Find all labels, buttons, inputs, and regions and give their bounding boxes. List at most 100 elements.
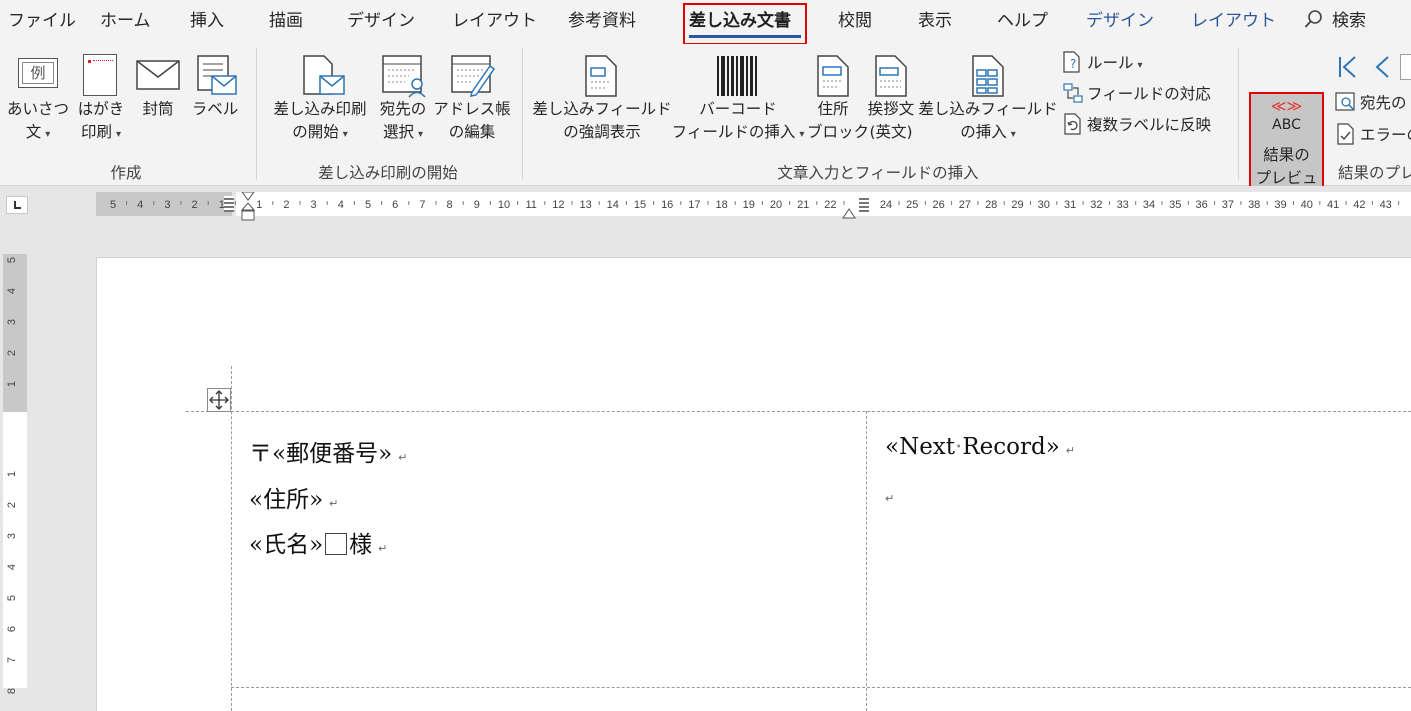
address-block-icon bbox=[815, 54, 851, 98]
tab-layout[interactable]: レイアウト bbox=[452, 0, 537, 44]
labels-button[interactable]: ラベル bbox=[186, 50, 244, 154]
chevron-down-icon: ▾ bbox=[417, 129, 424, 140]
ruler-tick-mark bbox=[180, 201, 182, 205]
tab-home[interactable]: ホーム bbox=[100, 0, 151, 44]
find-recipient-button[interactable]: 宛先の bbox=[1335, 90, 1407, 116]
chevron-down-icon: ▾ bbox=[799, 129, 805, 140]
tab-references[interactable]: 参考資料 bbox=[568, 0, 636, 44]
ruler-ticks: 5 4 3 2 1 1 2 3 4 5 6 7 8 9 10 11 12 13 14 15 16 17 18 19 20 21 22… bbox=[110, 199, 1400, 211]
select-recipients-button[interactable]: 宛先の 選択 ▾ bbox=[374, 50, 432, 154]
ruler-tick-mark bbox=[977, 201, 979, 205]
ruler-tick-mark bbox=[126, 201, 128, 205]
ruler-tick-label: 2 bbox=[192, 199, 198, 211]
chevron-down-icon: ▾ bbox=[342, 129, 348, 140]
first-record-icon bbox=[1339, 56, 1356, 78]
paragraph-mark: ↵ bbox=[329, 497, 339, 510]
tab-table-design[interactable]: デザイン bbox=[1086, 0, 1154, 44]
postcard-icon bbox=[83, 54, 117, 96]
column-marker-icon[interactable] bbox=[224, 196, 234, 212]
ruler-tick-mark bbox=[761, 201, 763, 205]
highlight-merge-fields-icon bbox=[582, 54, 622, 98]
ruler-tick-label: 17 bbox=[688, 199, 700, 211]
edit-recipient-list-button[interactable]: アドレス帳 の編集 bbox=[432, 50, 512, 154]
ruler-tick-mark bbox=[1003, 201, 1005, 205]
greeting-button[interactable]: 例 あいさつ 文 ▾ bbox=[5, 50, 71, 154]
ruler-tick-label: 6 bbox=[392, 199, 398, 211]
tab-view[interactable]: 表示 bbox=[918, 0, 952, 44]
tab-draw[interactable]: 描画 bbox=[269, 0, 303, 44]
insert-merge-field-icon bbox=[970, 54, 1006, 98]
tab-mailings-highlight bbox=[683, 3, 807, 45]
column-marker-icon[interactable] bbox=[859, 196, 869, 212]
ruler-tick-mark bbox=[1187, 201, 1189, 205]
insert-merge-field-label-1: 差し込みフィールド bbox=[918, 100, 1058, 118]
chevron-down-icon: ▾ bbox=[45, 129, 51, 140]
ruler-tick-mark bbox=[571, 201, 573, 205]
highlight-merge-fields-label-1: 差し込みフィールド bbox=[532, 100, 672, 118]
vertical-ruler-tick-label: 5 bbox=[6, 257, 18, 263]
match-fields-button[interactable]: フィールドの対応 bbox=[1062, 81, 1211, 107]
ruler-tick-label: 33 bbox=[1117, 199, 1129, 211]
group-separator bbox=[1238, 48, 1239, 180]
ruler-tick-label: 29 bbox=[1011, 199, 1023, 211]
highlight-merge-fields-button[interactable]: 差し込みフィールド の強調表示 bbox=[532, 50, 672, 154]
ruler-tick-label: 4 bbox=[338, 199, 344, 211]
insert-barcode-field-button[interactable]: バーコード フィールドの挿入 ▾ bbox=[670, 50, 806, 154]
tell-me-search[interactable]: 検索 bbox=[1304, 0, 1366, 44]
left-indent-marker[interactable] bbox=[240, 202, 256, 223]
search-label: 検索 bbox=[1332, 11, 1366, 31]
preview-label-1: 結果の bbox=[1263, 146, 1310, 164]
rules-icon: ? bbox=[1062, 50, 1084, 73]
right-indent-marker[interactable] bbox=[842, 205, 856, 219]
ruler-tick-mark bbox=[1240, 201, 1242, 205]
previous-record-button[interactable] bbox=[1370, 54, 1396, 80]
chevron-down-icon: ▾ bbox=[1137, 60, 1143, 71]
postcard-label-1: はがき bbox=[77, 100, 125, 118]
envelope-button[interactable]: 封筒 bbox=[132, 50, 184, 154]
tab-file[interactable]: ファイル bbox=[8, 0, 76, 44]
tab-help[interactable]: ヘルプ bbox=[997, 0, 1048, 44]
paragraph-mark: ↵ bbox=[1065, 444, 1076, 457]
ruler-tick-label: 8 bbox=[447, 199, 453, 211]
start-mail-merge-button[interactable]: 差し込み印刷 の開始 ▾ bbox=[266, 50, 374, 154]
chevron-down-icon: ▾ bbox=[115, 129, 122, 140]
edit-recipient-list-label-1: アドレス帳 bbox=[433, 100, 511, 118]
address-block-button[interactable]: 住所 ブロック bbox=[807, 50, 869, 154]
table-move-handle[interactable] bbox=[207, 388, 231, 412]
ruler-tick-mark bbox=[544, 201, 546, 205]
ruler-tick-mark bbox=[625, 201, 627, 205]
table-gridline bbox=[186, 411, 1411, 412]
ruler-tick-label: 24 bbox=[880, 199, 892, 211]
tab-table-layout[interactable]: レイアウト bbox=[1191, 0, 1276, 44]
tab-review[interactable]: 校閲 bbox=[838, 0, 872, 44]
tab-insert[interactable]: 挿入 bbox=[190, 0, 224, 44]
group-label-preview: 結果のプレ bbox=[1338, 164, 1411, 182]
ruler-tick-mark bbox=[653, 201, 655, 205]
ruler-tick-label: 3 bbox=[311, 199, 317, 211]
ruler-tick-label: 42 bbox=[1353, 199, 1365, 211]
rules-button[interactable]: ? ルール ▾ bbox=[1062, 50, 1143, 76]
label-name-line[interactable]: «氏名» 様 ↵ bbox=[249, 525, 387, 559]
next-record-field[interactable]: «Next·Record» ↵ bbox=[885, 434, 1075, 460]
first-line-indent-marker[interactable] bbox=[241, 187, 255, 201]
vertical-ruler-tick-label: 5 bbox=[6, 595, 18, 601]
vertical-ruler-tick-label: 8 bbox=[6, 688, 18, 694]
vertical-ruler-tick-label: 6 bbox=[6, 626, 18, 632]
ruler-tick-mark bbox=[680, 201, 682, 205]
postcard-button[interactable]: はがき 印刷 ▾ bbox=[72, 50, 130, 154]
first-record-button[interactable] bbox=[1335, 54, 1361, 80]
highlight-merge-fields-label-2: の強調表示 bbox=[563, 123, 641, 141]
ruler-tick-mark bbox=[353, 201, 355, 205]
preview-results-button[interactable]: ≪≫ ABC 結果の プレビュー bbox=[1249, 92, 1324, 210]
tab-design[interactable]: デザイン bbox=[347, 0, 415, 44]
check-errors-button[interactable]: エラーの bbox=[1335, 122, 1411, 148]
update-labels-button[interactable]: 複数ラベルに反映 bbox=[1062, 112, 1211, 138]
label-address-line[interactable]: «住所» ↵ bbox=[249, 480, 338, 514]
empty-paragraph[interactable]: ↵ bbox=[885, 482, 894, 508]
record-number-input[interactable] bbox=[1400, 54, 1411, 80]
ruler-tick-label: 37 bbox=[1222, 199, 1234, 211]
label-postal-code-line[interactable]: 〒«郵便番号» ↵ bbox=[249, 434, 407, 468]
insert-merge-field-button[interactable]: 差し込みフィールド の挿入 ▾ bbox=[918, 50, 1058, 154]
greeting-line-button[interactable]: 挨拶文 (英文) bbox=[862, 50, 920, 154]
greeting-icon-text: 例 bbox=[22, 62, 54, 84]
